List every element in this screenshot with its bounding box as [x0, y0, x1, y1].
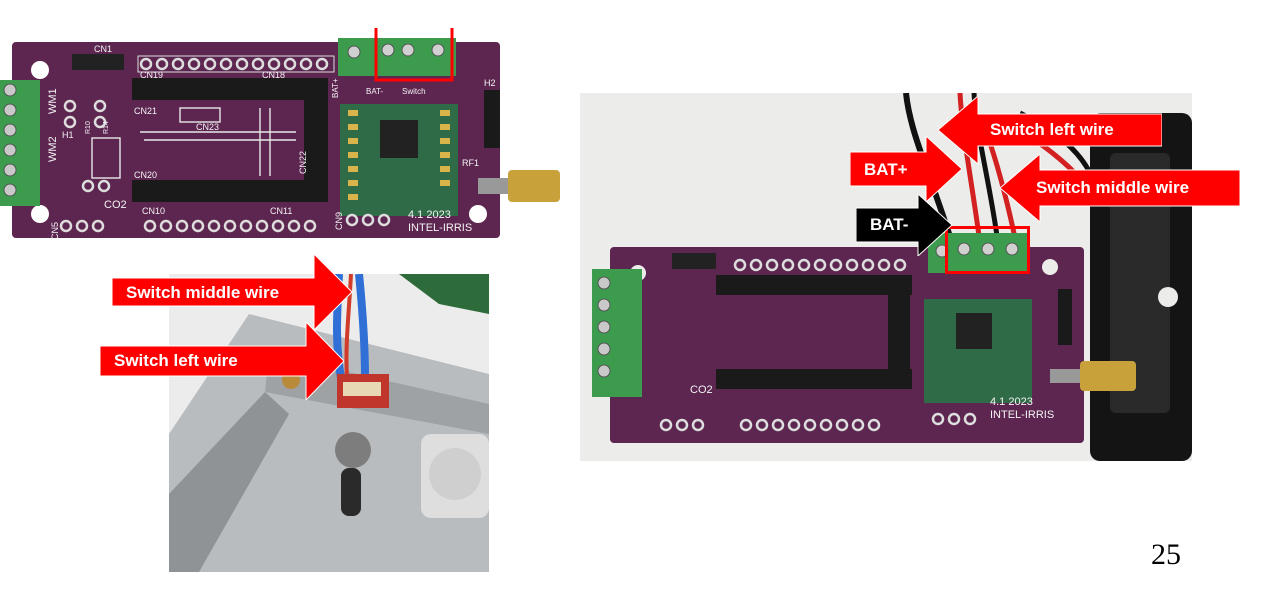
silk-cn5: CN5 — [50, 222, 60, 240]
silk-cn23: CN23 — [196, 122, 219, 132]
silk-cn11: CN11 — [270, 206, 292, 216]
silk-co2: CO2 — [104, 199, 127, 211]
arrow-label: Switch middle wire — [1036, 178, 1190, 197]
silk-cn10: CN10 — [142, 206, 165, 216]
arrow-switch-middle-wire-right: Switch middle wire — [1000, 154, 1240, 222]
silk-bat-plus: BAT+ — [331, 78, 340, 98]
arrow-switch-middle-wire: Switch middle wire — [112, 254, 352, 330]
silk-version-2: 4.1 2023 — [990, 396, 1033, 408]
silk-brand: INTEL-IRRIS — [408, 222, 472, 234]
silk-r10: R10 — [85, 121, 92, 134]
arrow-label: BAT+ — [864, 160, 908, 179]
arrow-label: Switch middle wire — [126, 283, 280, 302]
terminal-block-left-2 — [592, 269, 642, 397]
arrow-label: BAT- — [870, 215, 909, 234]
board-photo: CN1 CN19 CN18 CN21 CN23 CN22 CN20 CN5 CN… — [0, 28, 578, 248]
silk-cn22: CN22 — [298, 151, 308, 174]
silk-brand-2: INTEL-IRRIS — [990, 409, 1054, 421]
silk-cn18: CN18 — [262, 70, 285, 80]
arrow-switch-left-wire: Switch left wire — [100, 322, 344, 400]
silk-wm2: WM2 — [47, 136, 59, 162]
silk-cn21: CN21 — [134, 106, 157, 116]
silk-switch: Switch — [402, 87, 426, 96]
arrow-label: Switch left wire — [990, 120, 1114, 139]
silk-cn19: CN19 — [140, 70, 163, 80]
silk-version: 4.1 2023 — [408, 209, 451, 221]
silk-bat-minus: BAT- — [366, 87, 384, 96]
page-number: 25 — [1151, 538, 1181, 571]
arrow-label: Switch left wire — [114, 351, 238, 370]
silk-r14: R14 — [103, 121, 110, 134]
arrow-bat-plus: BAT+ — [850, 136, 962, 202]
silk-rf1: RF1 — [462, 158, 479, 168]
highlight-box-terminal — [945, 226, 1030, 274]
silk-cn9: CN9 — [334, 212, 344, 230]
silk-cn1: CN1 — [94, 44, 112, 54]
arrow-bat-minus: BAT- — [856, 194, 952, 256]
silk-h1: H1 — [62, 130, 74, 140]
silk-cn20: CN20 — [134, 170, 157, 180]
silk-wm1: WM1 — [47, 88, 59, 114]
silk-h2: H2 — [484, 78, 496, 88]
silk-co2-2: CO2 — [690, 384, 713, 396]
